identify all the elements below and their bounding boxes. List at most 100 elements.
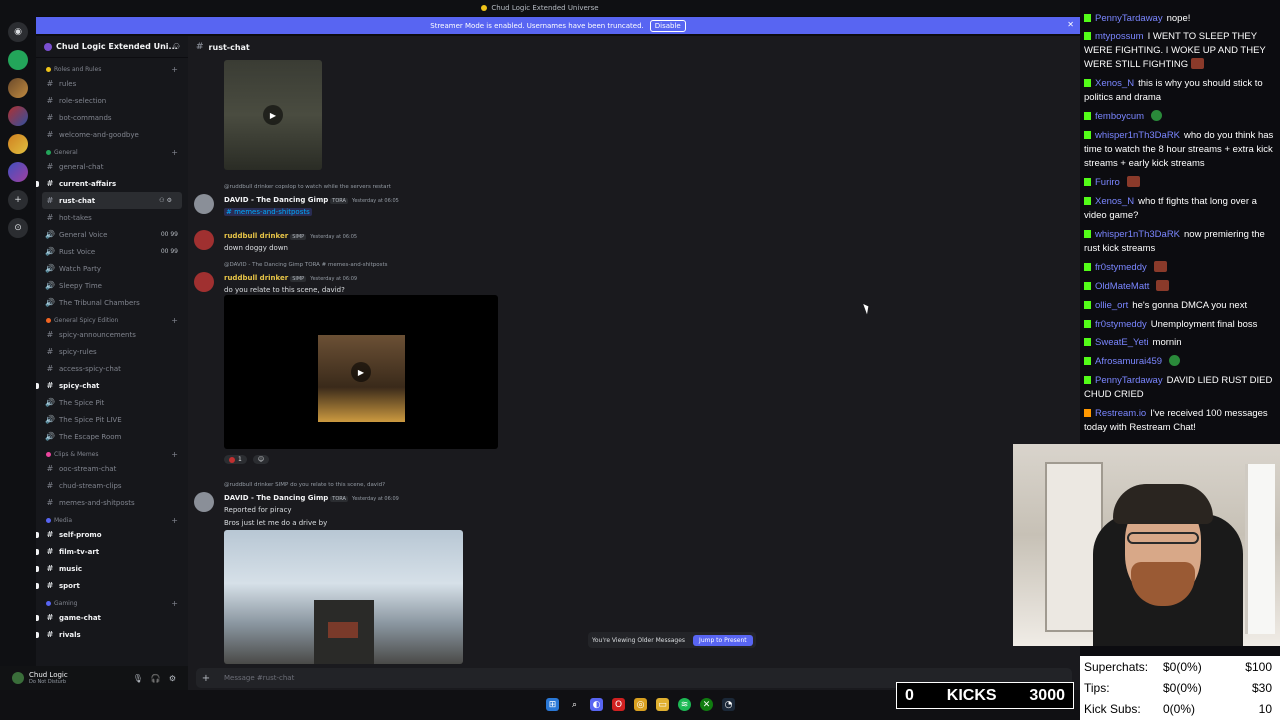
- chat-username[interactable]: ollie_ort: [1095, 300, 1128, 311]
- message-author[interactable]: ruddbull drinker SIMP Yesterday at 06:09: [224, 274, 357, 282]
- chat-username[interactable]: whisper1nTh3DaRK: [1095, 130, 1180, 141]
- category-header[interactable]: Clips & Memes +: [36, 448, 188, 460]
- sidebar-item-rust-chat[interactable]: # rust-chat ⚇ ⚙: [42, 192, 182, 209]
- chat-username[interactable]: Afrosamurai459: [1095, 356, 1162, 367]
- sidebar-item-bot-commands[interactable]: # bot-commands: [36, 109, 188, 126]
- opera-icon[interactable]: O: [612, 698, 625, 711]
- chat-username[interactable]: OldMateMatt: [1095, 281, 1149, 292]
- sidebar-item-sport[interactable]: # sport: [36, 577, 188, 594]
- sidebar-item-the-spice-pit-live[interactable]: 🔊 The Spice Pit LIVE: [36, 411, 188, 428]
- avatar[interactable]: [194, 492, 214, 512]
- chrome-icon[interactable]: ◎: [634, 698, 647, 711]
- add-channel-icon[interactable]: +: [171, 516, 178, 525]
- server-icon-3[interactable]: [8, 106, 28, 126]
- discord-icon[interactable]: ◐: [590, 698, 603, 711]
- chat-username[interactable]: Xenos_N: [1095, 196, 1134, 207]
- explore-servers-icon[interactable]: ⊙: [8, 218, 28, 238]
- add-member-icon[interactable]: ⚇: [173, 42, 180, 51]
- video-embed[interactable]: ▶: [224, 295, 498, 449]
- avatar[interactable]: [194, 194, 214, 214]
- sidebar-item-the-escape-room[interactable]: 🔊 The Escape Room: [36, 428, 188, 445]
- chat-username[interactable]: PennyTardaway: [1095, 375, 1163, 386]
- chat-username[interactable]: Xenos_N: [1095, 78, 1134, 89]
- reaction-button[interactable]: 1: [224, 455, 247, 464]
- message-author[interactable]: DAVID - The Dancing Gimp TORA Yesterday at…: [224, 494, 399, 502]
- server-icon-2[interactable]: [8, 78, 28, 98]
- chat-username[interactable]: PennyTardaway: [1095, 13, 1163, 24]
- chat-username[interactable]: fr0stymeddy: [1095, 319, 1147, 330]
- sidebar-item-current-affairs[interactable]: # current-affairs: [36, 175, 188, 192]
- sidebar-item-general-chat[interactable]: # general-chat: [36, 158, 188, 175]
- video-thumbnail[interactable]: ▶: [224, 60, 322, 170]
- disable-button[interactable]: Disable: [649, 19, 686, 32]
- gear-icon[interactable]: ⚙: [169, 674, 176, 683]
- sidebar-item-game-chat[interactable]: # game-chat: [36, 609, 188, 626]
- image-attachment[interactable]: [224, 530, 463, 664]
- add-server-icon[interactable]: +: [8, 190, 28, 210]
- category-header[interactable]: Gaming +: [36, 597, 188, 609]
- add-channel-icon[interactable]: +: [171, 316, 178, 325]
- search-icon[interactable]: ⌕: [568, 698, 581, 711]
- sidebar-item-ooc-stream-chat[interactable]: # ooc-stream-chat: [36, 460, 188, 477]
- add-attachment-icon[interactable]: +: [196, 673, 216, 684]
- sidebar-item-the-tribunal-chambers[interactable]: 🔊 The Tribunal Chambers: [36, 294, 188, 311]
- headphones-icon[interactable]: 🎧: [151, 674, 161, 683]
- sidebar-item-role-selection[interactable]: # role-selection: [36, 92, 188, 109]
- add-channel-icon[interactable]: +: [171, 450, 178, 459]
- chat-username[interactable]: SweatE_Yeti: [1095, 337, 1149, 348]
- xbox-icon[interactable]: ✕: [700, 698, 713, 711]
- folder-icon[interactable]: ▭: [656, 698, 669, 711]
- sidebar-item-general-voice[interactable]: 🔊 General Voice 00 99: [36, 226, 188, 243]
- sidebar-item-welcome-and-goodbye[interactable]: # welcome-and-goodbye: [36, 126, 188, 143]
- message-author[interactable]: ruddbull drinker SIMP Yesterday at 06:05: [224, 232, 357, 240]
- server-header[interactable]: Chud Logic Extended Uni... ⚇: [36, 36, 188, 58]
- sidebar-item-the-spice-pit[interactable]: 🔊 The Spice Pit: [36, 394, 188, 411]
- steam-icon[interactable]: ◔: [722, 698, 735, 711]
- sidebar-item-sleepy-time[interactable]: 🔊 Sleepy Time: [36, 277, 188, 294]
- sidebar-item-rules[interactable]: # rules: [36, 75, 188, 92]
- chat-username[interactable]: Furiro: [1095, 177, 1120, 188]
- reply-preview[interactable]: @DAVID - The Dancing Gimp TORA # memes-a…: [224, 262, 387, 268]
- sidebar-item-access-spicy-chat[interactable]: # access-spicy-chat: [36, 360, 188, 377]
- add-reaction-icon[interactable]: ☺: [252, 455, 270, 464]
- reply-preview[interactable]: @ruddbull drinker SIMP do you relate to …: [224, 482, 385, 488]
- message-author[interactable]: DAVID - The Dancing Gimp TORA Yesterday at…: [224, 196, 399, 204]
- play-icon[interactable]: ▶: [351, 362, 371, 382]
- category-header[interactable]: General Spicy Edition +: [36, 314, 188, 326]
- sidebar-item-hot-takes[interactable]: # hot-takes: [36, 209, 188, 226]
- sidebar-item-rust-voice[interactable]: 🔊 Rust Voice 00 99: [36, 243, 188, 260]
- category-header[interactable]: General +: [36, 146, 188, 158]
- category-header[interactable]: Roles and Rules +: [36, 63, 188, 75]
- chat-username[interactable]: femboycum: [1095, 111, 1144, 122]
- category-header[interactable]: Media +: [36, 514, 188, 526]
- close-icon[interactable]: ✕: [1067, 20, 1074, 29]
- avatar[interactable]: [194, 272, 214, 292]
- sidebar-item-spicy-announcements[interactable]: # spicy-announcements: [36, 326, 188, 343]
- channel-settings-icon[interactable]: ⚇ ⚙: [159, 197, 172, 204]
- channel-mention[interactable]: # memes-and-shitposts: [224, 208, 312, 216]
- sidebar-item-watch-party[interactable]: 🔊 Watch Party: [36, 260, 188, 277]
- sidebar-item-rivals[interactable]: # rivals: [36, 626, 188, 643]
- microphone-icon[interactable]: 🎙: [133, 674, 143, 683]
- sidebar-item-memes-and-shitposts[interactable]: # memes-and-shitposts: [36, 494, 188, 511]
- sidebar-item-spicy-chat[interactable]: # spicy-chat: [36, 377, 188, 394]
- windows-start-icon[interactable]: ⊞: [546, 698, 559, 711]
- chat-username[interactable]: fr0stymeddy: [1095, 262, 1147, 273]
- sidebar-item-chud-stream-clips[interactable]: # chud-stream-clips: [36, 477, 188, 494]
- add-channel-icon[interactable]: +: [171, 65, 178, 74]
- add-channel-icon[interactable]: +: [171, 599, 178, 608]
- reply-preview[interactable]: @ruddbull drinker copslop to watch while…: [224, 184, 391, 190]
- play-icon[interactable]: ▶: [263, 105, 283, 125]
- sidebar-item-spicy-rules[interactable]: # spicy-rules: [36, 343, 188, 360]
- avatar[interactable]: [194, 230, 214, 250]
- server-icon-5[interactable]: [8, 162, 28, 182]
- chat-username[interactable]: Restream.io: [1095, 408, 1146, 419]
- server-icon-chud-logic[interactable]: [8, 50, 28, 70]
- chat-username[interactable]: mtypossum: [1095, 31, 1144, 42]
- sidebar-item-self-promo[interactable]: # self-promo: [36, 526, 188, 543]
- sidebar-item-film-tv-art[interactable]: # film-tv-art: [36, 543, 188, 560]
- chat-username[interactable]: whisper1nTh3DaRK: [1095, 229, 1180, 240]
- add-channel-icon[interactable]: +: [171, 148, 178, 157]
- sidebar-item-music[interactable]: # music: [36, 560, 188, 577]
- discord-home-icon[interactable]: ◉: [8, 22, 28, 42]
